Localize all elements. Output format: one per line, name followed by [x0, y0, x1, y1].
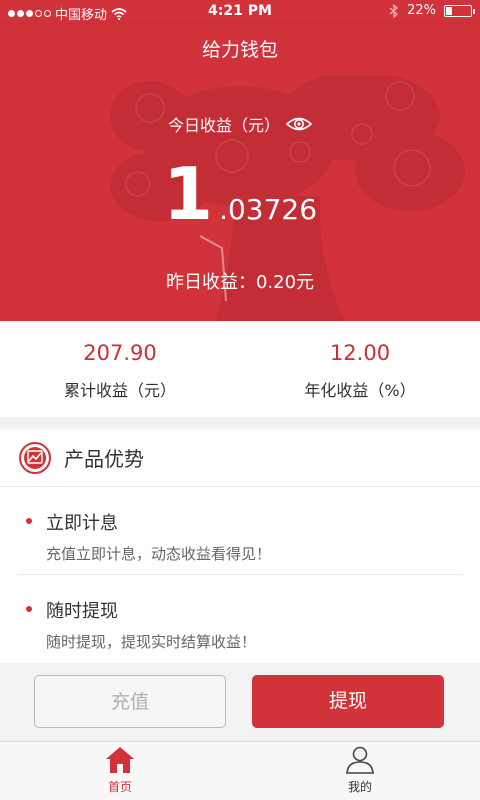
annual-yield-value: 12.00 [329, 341, 391, 365]
yesterday-earnings: 昨日收益：0.20元 [165, 272, 315, 293]
total-earnings-label: 累计收益（元） [63, 381, 176, 400]
amount-integer: 1 [162, 152, 214, 236]
feature-title: 立即计息 [46, 513, 118, 534]
tab-mine[interactable]: 我的 [240, 742, 480, 800]
feature-description: 随时提现，提现实时结算收益！ [46, 633, 257, 651]
status-right: 22% [389, 3, 475, 18]
status-bar: 中国移动 4:21 PM 22% [0, 0, 480, 24]
annual-yield-label: 年化收益（%） [304, 381, 416, 400]
amount-decimal: .03726 [219, 193, 318, 226]
feature-title: 随时提现 [46, 601, 118, 622]
earnings-hero: 今日收益（元） 1.03726 昨日收益：0.20元 [0, 76, 480, 321]
bullet-dot-icon [26, 606, 32, 612]
tab-bar: 首页 我的 [0, 741, 480, 800]
battery-percent: 22% [407, 3, 436, 18]
recharge-button[interactable]: 充值 [34, 675, 226, 728]
earnings-stats: 207.90 累计收益（元） 12.00 年化收益（%） [0, 321, 480, 417]
today-earnings-amount: 1.03726 [0, 152, 480, 236]
page-title: 给力钱包 [201, 39, 278, 61]
today-earnings-label: 今日收益（元） [167, 116, 280, 135]
total-earnings-value: 207.90 [83, 341, 157, 365]
chart-badge-icon [19, 441, 51, 474]
product-advantages-card: 产品优势 立即计息 充值立即计息，动态收益看得见！ 随时提现 随时提现，提现实时… [0, 429, 480, 663]
user-icon [346, 746, 374, 774]
feature-item: 随时提现 随时提现，提现实时结算收益！ [18, 574, 462, 661]
stat-annual-yield: 12.00 年化收益（%） [240, 321, 480, 417]
today-earnings-header: 今日收益（元） [0, 112, 480, 136]
tab-mine-label: 我的 [347, 780, 372, 794]
feature-item: 立即计息 充值立即计息，动态收益看得见！ [18, 487, 462, 574]
eye-icon[interactable] [286, 115, 312, 133]
action-bar: 充值 提现 [0, 663, 480, 741]
card-header: 产品优势 [0, 429, 480, 487]
card-title: 产品优势 [64, 447, 144, 471]
stat-total-earnings: 207.90 累计收益（元） [0, 321, 240, 417]
withdraw-button[interactable]: 提现 [252, 675, 444, 728]
nav-bar: 给力钱包 [0, 24, 480, 76]
bullet-dot-icon [26, 518, 32, 524]
home-icon [106, 747, 134, 773]
battery-icon [444, 4, 475, 17]
feature-description: 充值立即计息，动态收益看得见！ [46, 545, 272, 563]
bluetooth-icon [389, 3, 399, 18]
tab-home-label: 首页 [107, 780, 132, 794]
tab-home[interactable]: 首页 [0, 742, 240, 800]
